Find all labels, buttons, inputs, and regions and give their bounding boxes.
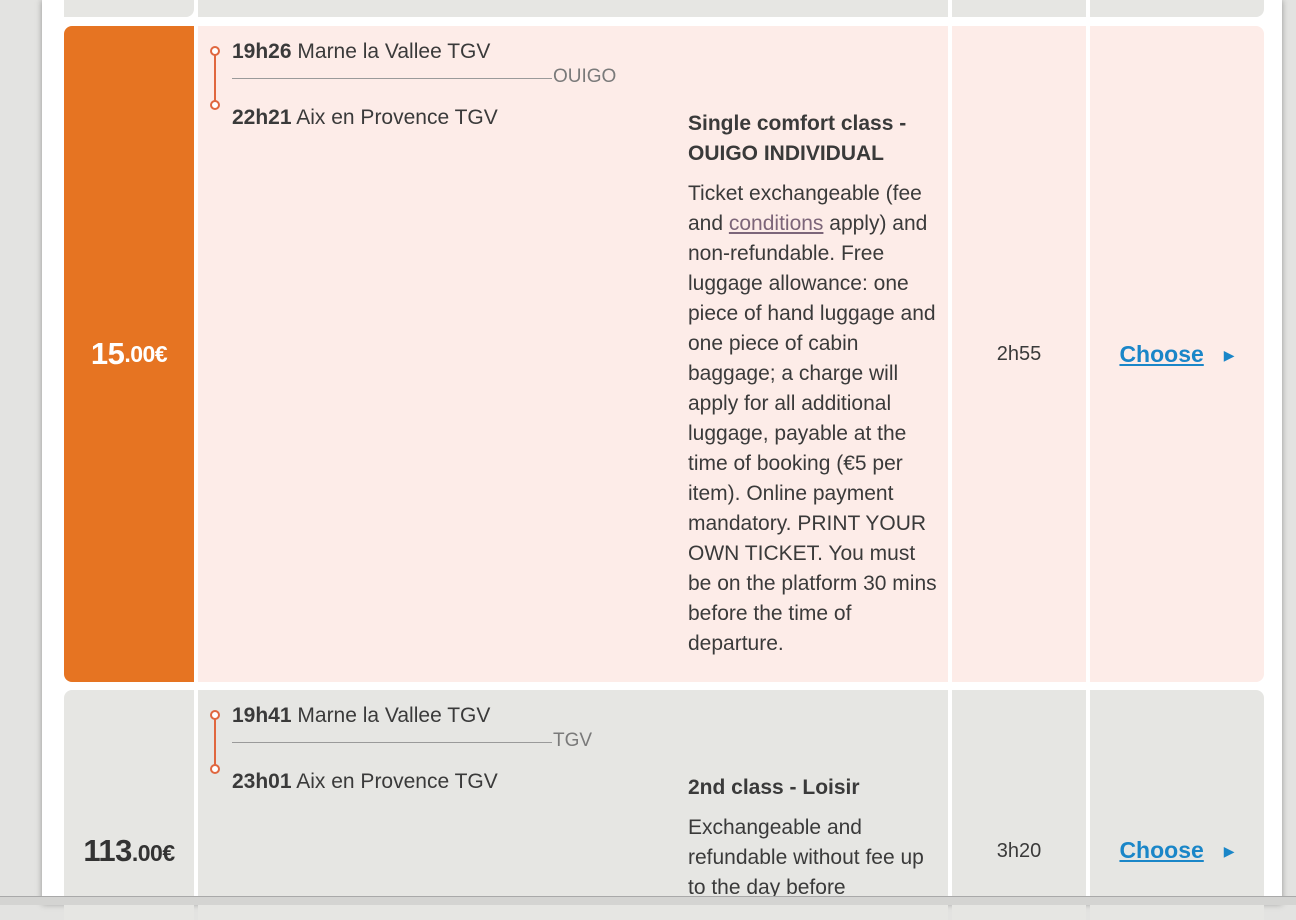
previous-result-row — [64, 0, 1264, 17]
departure: 19h41 Marne la Vallee TGV — [232, 704, 490, 728]
choose-button[interactable]: Choose — [1119, 341, 1203, 368]
choose-cell: Choose ▶ — [1090, 26, 1264, 682]
fare-title: Single comfort class - OUIGO INDIVIDUAL — [688, 112, 907, 165]
conditions-link[interactable]: conditions — [729, 212, 824, 235]
price-cell: 113.00€ — [64, 690, 194, 920]
fare-info: 2nd class - Loisir Exchangeable and refu… — [688, 773, 942, 903]
triangle-right-icon[interactable]: ▶ — [1224, 347, 1235, 364]
arrival: 22h21 Aix en Provence TGV — [232, 106, 498, 130]
journey-cell: 19h41 Marne la Vallee TGV TGV 23h01 Aix … — [198, 690, 948, 920]
arrival: 23h01 Aix en Provence TGV — [232, 770, 498, 794]
results-page: 15.00€ 19h26 Marne la Vallee TGV OUIGO 2… — [42, 0, 1282, 920]
arrival-time: 23h01 — [232, 770, 292, 793]
operator-label: TGV — [553, 730, 593, 751]
operator-label: OUIGO — [553, 66, 617, 87]
duration: 2h55 — [996, 342, 1042, 365]
price-main: 15 — [90, 336, 125, 371]
result-row-ouigo: 15.00€ 19h26 Marne la Vallee TGV OUIGO 2… — [64, 26, 1264, 682]
timeline-icon — [210, 710, 220, 774]
previous-choose-cell — [1090, 0, 1264, 17]
arrival-station: Aix en Provence TGV — [296, 106, 498, 129]
price-main: 113 — [83, 833, 132, 868]
fare-info: Single comfort class - OUIGO INDIVIDUAL … — [688, 109, 942, 659]
departure-station: Marne la Vallee TGV — [297, 704, 491, 727]
departure: 19h26 Marne la Vallee TGV — [232, 40, 490, 64]
triangle-right-icon[interactable]: ▶ — [1224, 843, 1235, 860]
choose-cell: Choose ▶ — [1090, 690, 1264, 920]
duration-cell: 2h55 — [952, 26, 1086, 682]
previous-price-cell — [64, 0, 194, 17]
journey-cell: 19h26 Marne la Vallee TGV OUIGO 22h21 Ai… — [198, 26, 948, 682]
timeline-icon — [210, 46, 220, 110]
arrival-time: 22h21 — [232, 106, 292, 129]
result-row-tgv: 113.00€ 19h41 Marne la Vallee TGV TGV 23… — [64, 690, 1264, 920]
operator-line — [232, 742, 552, 743]
previous-journey-cell — [198, 0, 948, 17]
fare-description: Exchangeable and refundable without fee … — [688, 816, 924, 899]
fare-title: 2nd class - Loisir — [688, 776, 860, 799]
previous-duration-cell — [952, 0, 1086, 17]
fare-desc-part2: apply) and non-refundable. Free luggage … — [688, 212, 937, 655]
departure-time: 19h26 — [232, 40, 292, 63]
operator-line — [232, 78, 552, 79]
departure-station: Marne la Vallee TGV — [297, 40, 491, 63]
arrival-station: Aix en Provence TGV — [296, 770, 498, 793]
duration-cell: 3h20 — [952, 690, 1086, 920]
fare-description: Ticket exchangeable (fee and conditions … — [688, 179, 942, 659]
price-cell: 15.00€ — [64, 26, 194, 682]
price-decimals: .00€ — [131, 840, 175, 866]
price-decimals: .00€ — [124, 340, 168, 367]
duration: 3h20 — [996, 840, 1042, 862]
departure-time: 19h41 — [232, 704, 292, 727]
choose-button[interactable]: Choose — [1119, 837, 1203, 864]
